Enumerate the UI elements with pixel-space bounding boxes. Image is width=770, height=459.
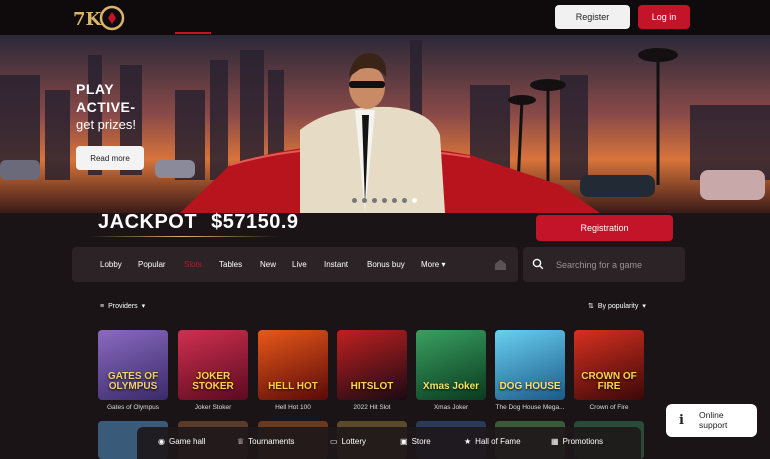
game-card[interactable]: Xmas Joker — [416, 330, 486, 400]
online-support-line1: Online — [699, 410, 724, 420]
jackpot-label: JACKPOT — [98, 211, 198, 233]
bottom-nav-label: Hall of Fame — [475, 437, 521, 446]
game-title: Joker Stoker — [194, 404, 232, 411]
game-title: Crown of Fire — [589, 404, 629, 411]
read-more-button[interactable]: Read more — [76, 146, 144, 170]
providers-filter[interactable]: ≡ Providers ▾ — [100, 302, 146, 311]
trophy-icon: ♕ — [237, 437, 245, 446]
search-box[interactable]: Searching for a game — [523, 247, 685, 282]
tab-instant[interactable]: Instant — [324, 260, 348, 269]
bag-icon: ▣ — [400, 437, 408, 446]
bottom-nav-label: Lottery — [341, 437, 367, 446]
carousel-dot[interactable] — [352, 198, 357, 203]
gift-icon: ▦ — [551, 437, 559, 446]
tab-lobby[interactable]: Lobby — [100, 260, 122, 269]
search-input[interactable]: Searching for a game — [556, 260, 642, 270]
bottom-nav-promotions[interactable]: ▦ Promotions — [551, 437, 603, 446]
info-icon: i — [679, 413, 684, 428]
game-card[interactable]: GATES OF OLYMPUS — [98, 330, 168, 400]
register-button[interactable]: Register — [555, 5, 630, 29]
logo-text: 7K — [73, 9, 103, 30]
game-title: The Dog House Mega... — [495, 404, 565, 411]
chevron-down-icon: ▾ — [642, 303, 646, 310]
tab-popular[interactable]: Popular — [138, 260, 166, 269]
controller-icon: ◉ — [158, 437, 165, 446]
game-title: Hell Hot 100 — [275, 404, 311, 411]
game-card[interactable]: JOKER STOKER — [178, 330, 248, 400]
game-title: 2022 Hit Slot — [353, 404, 391, 411]
tab-slots[interactable]: Slots — [184, 260, 202, 269]
bottom-nav-game-hall[interactable]: ◉ Game hall — [158, 437, 205, 446]
tab-bonus-buy[interactable]: Bonus buy — [367, 260, 405, 269]
list-icon: ≡ — [100, 302, 105, 310]
carousel-dot-active[interactable] — [412, 198, 417, 203]
chevron-down-icon: ▾ — [141, 303, 146, 310]
game-art: DOG HOUSE — [499, 381, 561, 392]
search-icon — [532, 258, 544, 270]
bottom-nav-label: Game hall — [168, 437, 206, 446]
bottom-nav: ◉ Game hall ♕ Tournaments ▭ Lottery ▣ Store … — [137, 427, 641, 459]
carousel-dot[interactable] — [402, 198, 407, 203]
game-card[interactable]: HELL HOT — [258, 330, 328, 400]
sort-label: By popularity — [597, 302, 639, 310]
bottom-nav-label: Tournaments — [248, 437, 295, 446]
top-bar: 7K Register Log in — [0, 0, 770, 35]
bottom-nav-label: Promotions — [562, 437, 604, 446]
carousel-dots — [352, 198, 417, 203]
tab-more-label: More — [421, 260, 440, 269]
tab-more[interactable]: More ▾ — [421, 260, 445, 269]
tab-new[interactable]: New — [260, 260, 276, 269]
logo[interactable]: 7K — [72, 4, 128, 32]
carousel-dot[interactable] — [372, 198, 377, 203]
online-support-line2: support — [699, 420, 728, 430]
sort-filter[interactable]: ⇅ By popularity ▾ — [588, 302, 646, 311]
game-art: CROWN OF FIRE — [581, 371, 637, 392]
hero-line-3: get prizes! — [76, 117, 136, 132]
bottom-nav-store[interactable]: ▣ Store — [400, 437, 431, 446]
active-tab-indicator — [175, 32, 211, 34]
game-card[interactable]: DOG HOUSE — [495, 330, 565, 400]
carousel-dot[interactable] — [382, 198, 387, 203]
carousel-dot[interactable] — [392, 198, 397, 203]
category-nav: Lobby Popular Slots Tables New Live Inst… — [72, 247, 518, 282]
login-button[interactable]: Log in — [638, 5, 690, 29]
game-title: Gates of Olympus — [106, 404, 160, 411]
chevron-down-icon: ▾ — [441, 260, 446, 269]
game-art: GATES OF OLYMPUS — [107, 371, 159, 392]
game-card[interactable]: CROWN OF FIRE — [574, 330, 644, 400]
sort-icon: ⇅ — [588, 303, 594, 310]
game-art: HELL HOT — [268, 381, 318, 392]
hero-line-1: PLAY — [76, 81, 115, 97]
registration-button[interactable]: Registration — [536, 215, 673, 241]
bottom-nav-hall-of-fame[interactable]: ★ Hall of Fame — [464, 437, 521, 446]
providers-label: Providers — [108, 302, 138, 310]
hero-line-2: ACTIVE- — [76, 99, 136, 115]
carousel-dot[interactable] — [362, 198, 367, 203]
game-art: Xmas Joker — [422, 381, 480, 392]
jackpot-value: $57150.9 — [211, 211, 299, 233]
game-art: HITSLOT — [350, 381, 394, 392]
jackpot: JACKPOT $57150.9 — [98, 211, 299, 234]
bottom-nav-lottery[interactable]: ▭ Lottery — [330, 437, 366, 446]
jackpot-underline — [88, 236, 278, 237]
home-icon[interactable] — [494, 258, 507, 271]
bottom-nav-tournaments[interactable]: ♕ Tournaments — [237, 437, 294, 446]
game-title: Xmas Joker — [433, 404, 469, 411]
bottom-nav-label: Store — [411, 437, 431, 446]
star-icon: ★ — [464, 437, 472, 446]
tab-live[interactable]: Live — [292, 260, 307, 269]
online-support-label: Online support — [699, 410, 727, 430]
game-card[interactable]: HITSLOT — [337, 330, 407, 400]
tab-tables[interactable]: Tables — [219, 260, 242, 269]
online-support-button[interactable]: i Online support — [666, 404, 757, 437]
hero-banner[interactable]: PLAY ACTIVE- get prizes! Read more — [0, 35, 770, 213]
hero-headline: PLAY ACTIVE- get prizes! — [76, 80, 136, 134]
game-art: JOKER STOKER — [192, 371, 234, 392]
ticket-icon: ▭ — [330, 437, 338, 446]
